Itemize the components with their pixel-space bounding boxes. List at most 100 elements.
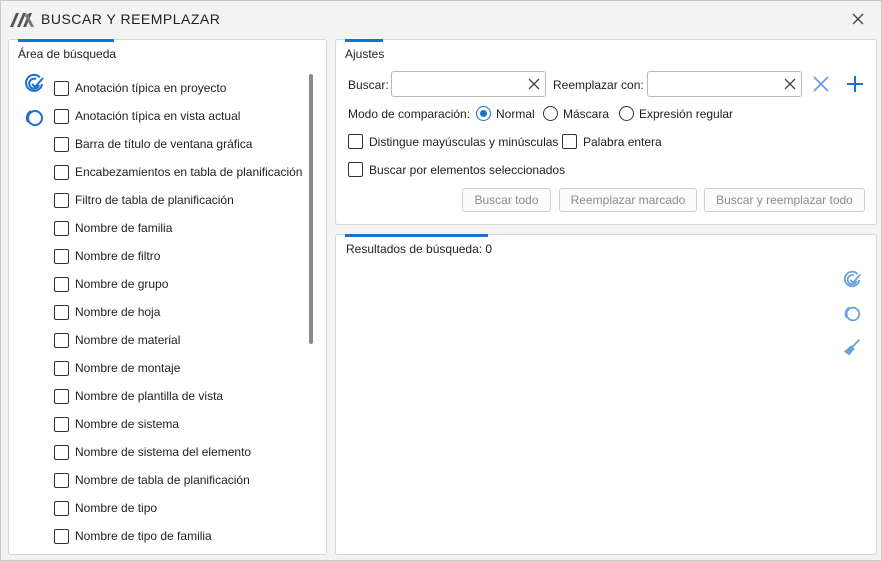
mode-normal-radio[interactable]: Normal [476,106,535,121]
search-area-item[interactable]: Nombre de sistema del elemento [54,438,304,466]
search-area-item-label: Nombre de material [75,333,181,347]
selected-only-checkbox[interactable]: Buscar por elementos seleccionados [348,162,565,177]
search-area-item-label: Nombre de plantilla de vista [75,389,224,403]
replace-input[interactable] [648,72,801,96]
remove-row-icon[interactable] [812,75,830,93]
search-label: Buscar: [348,78,389,92]
app-logo-icon [10,13,34,27]
whole-word-label: Palabra entera [583,134,662,149]
search-area-item-label: Nombre de montaje [75,361,181,375]
search-area-item[interactable]: Nombre de filtro [54,242,304,270]
checkbox-box[interactable] [54,500,69,516]
checkbox-box[interactable] [54,276,69,292]
checkbox-box[interactable] [54,304,69,320]
checkbox-box[interactable] [348,162,363,177]
search-area-item-label: Nombre de filtro [75,249,161,263]
add-row-icon[interactable] [846,75,864,93]
search-area-list: Anotación típica en proyecto Anotación tí… [54,74,304,550]
radio-indicator[interactable] [543,106,558,121]
radio-indicator[interactable] [619,106,634,121]
checkbox-box[interactable] [54,444,69,460]
search-area-item-label: Nombre de tipo [75,501,158,515]
checkbox-box[interactable] [54,472,69,488]
search-area-item[interactable]: Anotación típica en proyecto [54,74,304,102]
checkbox-box[interactable] [54,164,69,180]
close-button[interactable] [847,9,869,29]
checkbox-box[interactable] [54,416,69,432]
find-replace-all-button[interactable]: Buscar y reemplazar todo [704,188,865,212]
results-panel: Resultados de búsqueda: 0 [335,234,877,555]
checkbox-box[interactable] [54,192,69,208]
checkbox-box[interactable] [54,332,69,348]
checkbox-box[interactable] [54,80,69,96]
checkbox-box[interactable] [54,220,69,236]
search-area-item-label: Nombre de sistema del elemento [75,445,252,459]
search-area-item-label: Filtro de tabla de planificación [75,193,234,207]
title-bar: BUSCAR Y REEMPLAZAR [1,1,881,37]
mode-regex-label: Expresión regular [639,106,734,121]
panel-accent [345,234,488,237]
match-case-checkbox[interactable]: Distingue mayúsculas y minúsculas [348,134,558,149]
checkbox-box[interactable] [54,108,69,124]
close-icon [852,13,864,25]
mode-regex-radio[interactable]: Expresión regular [619,106,733,121]
search-area-item-label: Nombre de sistema [75,417,180,431]
search-input[interactable] [392,72,545,96]
find-all-button[interactable]: Buscar todo [462,188,551,212]
checkbox-box[interactable] [54,360,69,376]
search-area-item[interactable]: Filtro de tabla de planificación [54,186,304,214]
clear-search-icon[interactable] [528,78,540,90]
checkbox-box[interactable] [54,528,69,544]
search-area-item[interactable]: Nombre de familia [54,214,304,242]
list-scrollbar[interactable] [309,74,313,344]
deselect-all-icon[interactable] [23,107,45,129]
search-area-panel: Área de búsqueda Anotación típica en pro… [8,39,327,555]
panel-accent [18,39,114,42]
selected-only-label: Buscar por elementos seleccionados [369,162,566,177]
mode-mask-radio[interactable]: Máscara [543,106,609,121]
select-all-results-icon[interactable] [842,270,862,290]
search-area-item[interactable]: Nombre de tipo [54,494,304,522]
search-area-item[interactable]: Encabezamientos en tabla de planificació… [54,158,304,186]
checkbox-box[interactable] [54,136,69,152]
replace-marked-button[interactable]: Reemplazar marcado [559,188,697,212]
search-area-item[interactable]: Nombre de material [54,326,304,354]
whole-word-checkbox[interactable]: Palabra entera [562,134,662,149]
search-area-item[interactable]: Nombre de montaje [54,354,304,382]
search-area-item[interactable]: Nombre de tabla de planificación [54,466,304,494]
mode-normal-label: Normal [496,106,535,121]
clear-replace-icon[interactable] [784,78,796,90]
search-area-item[interactable]: Nombre de hoja [54,298,304,326]
replace-field[interactable] [647,71,802,97]
panel-accent [345,39,383,42]
checkbox-box[interactable] [54,388,69,404]
clear-results-broom-icon[interactable] [842,338,862,358]
search-area-item[interactable]: Nombre de tipo de familia [54,522,304,550]
search-area-item-label: Nombre de familia [75,221,173,235]
find-replace-window: BUSCAR Y REEMPLAZAR Área de búsqueda Ano… [0,0,882,561]
checkbox-box[interactable] [562,134,577,149]
search-area-item-label: Anotación típica en proyecto [75,81,227,95]
search-area-item[interactable]: Anotación típica en vista actual [54,102,304,130]
settings-title: Ajustes [345,47,385,61]
search-area-item[interactable]: Barra de título de ventana gráfica [54,130,304,158]
mode-mask-label: Máscara [563,106,610,121]
search-area-title: Área de búsqueda [18,47,117,61]
search-field[interactable] [391,71,546,97]
select-all-icon[interactable] [23,73,45,95]
checkbox-box[interactable] [54,248,69,264]
results-count: Resultados de búsqueda: 0 [346,242,493,256]
radio-indicator[interactable] [476,106,491,121]
search-area-item-label: Nombre de grupo [75,277,169,291]
search-area-item-label: Nombre de tipo de familia [75,529,212,543]
checkbox-box[interactable] [348,134,363,149]
search-area-item[interactable]: Nombre de plantilla de vista [54,382,304,410]
search-area-item-label: Nombre de hoja [75,305,161,319]
mode-label: Modo de comparación: [348,107,471,121]
match-case-label: Distingue mayúsculas y minúsculas [369,134,559,149]
deselect-all-results-icon[interactable] [842,304,862,324]
search-area-item-label: Nombre de tabla de planificación [75,473,250,487]
settings-panel: Ajustes Buscar: Reemplazar con: Modo de … [335,39,877,225]
search-area-item[interactable]: Nombre de grupo [54,270,304,298]
search-area-item[interactable]: Nombre de sistema [54,410,304,438]
